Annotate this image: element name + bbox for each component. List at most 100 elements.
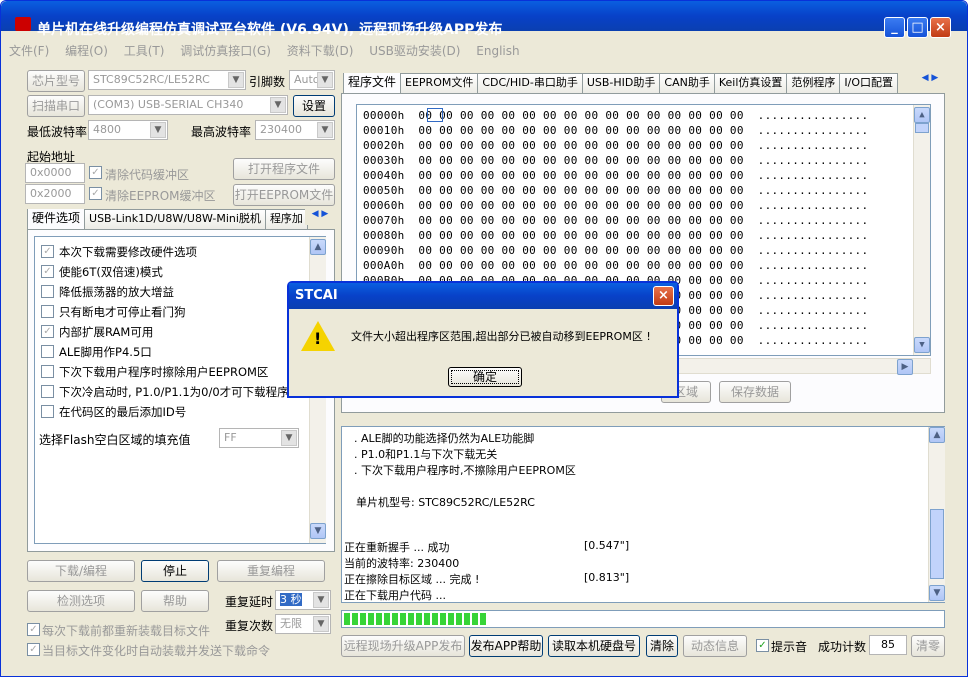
ok-button[interactable]: 确定 [448,367,522,387]
hex-bytes: 00 00 00 00 00 00 00 00 00 00 00 00 00 0… [418,199,744,212]
hex-scrollbar[interactable]: ▲ ▼ [913,105,930,355]
option-checkbox[interactable] [41,385,54,398]
chip-select[interactable]: STC89C52RC/LE52RC ▼ [88,70,246,90]
tab-io-config[interactable]: I/O口配置 [839,73,898,93]
open-program-file-button[interactable]: 打开程序文件 [233,158,335,180]
log-scrollbar[interactable]: ▲ ▼ [928,427,945,602]
menu-english[interactable]: English [472,41,523,61]
save-data-button[interactable]: 保存数据 [719,381,791,403]
read-disk-id-button[interactable]: 读取本机硬盘号 [548,635,640,657]
scroll-up-icon[interactable]: ▲ [929,427,945,443]
repeat-count-select[interactable]: 无限 ▼ [275,614,331,634]
tab-can[interactable]: CAN助手 [659,73,715,93]
success-count-label: 成功计数 [818,640,867,654]
log-view[interactable]: . ALE脚的功能选择仍然为ALE功能脚 . P1.0和P1.1与下次下载无关 . … [341,426,945,603]
repeat-delay-select[interactable]: 3 秒 ▼ [275,590,331,610]
scroll-down-icon[interactable]: ▼ [929,585,945,601]
status-line: 正在重新握手 ... 成功 [344,541,450,554]
scroll-down-icon[interactable]: ▼ [914,337,930,353]
tab-usb-hid[interactable]: USB-HID助手 [581,73,661,93]
hex-ascii: ................ [757,319,869,332]
scroll-down-icon[interactable]: ▼ [310,523,326,539]
hex-row: 00060h 00 00 00 00 00 00 00 00 00 00 00 … [363,199,868,214]
check-options-button[interactable]: 检测选项 [27,590,135,612]
chip-type-button[interactable]: 芯片型号 [27,70,85,92]
log-line: . P1.0和P1.1与下次下载无关 [354,448,498,461]
repeat-delay-value: 3 秒 [280,593,302,606]
dialog-close-button[interactable]: × [653,286,674,306]
eeprom-address-input[interactable]: 0x2000 [25,184,85,204]
option-checkbox[interactable]: ✓ [41,245,54,258]
scroll-thumb[interactable] [915,123,929,133]
status-line: 正在下载用户代码 ... [344,589,446,602]
chevron-down-icon: ▼ [313,592,329,608]
scroll-up-icon[interactable]: ▲ [914,107,930,123]
max-baud-label: 最高波特率 [191,125,252,139]
help-button[interactable]: 帮助 [141,590,209,612]
option-checkbox[interactable] [41,285,54,298]
menu-debug[interactable]: 调试仿真接口(G) [176,41,275,61]
settings-button[interactable]: 设置 [293,95,335,117]
hex-address: 00060h [363,199,405,212]
menu-usb-driver[interactable]: USB驱动安装(D) [365,41,464,61]
option-checkbox[interactable]: ✓ [41,265,54,278]
tab-program-encrypt[interactable]: 程序加 [264,209,308,229]
close-button[interactable]: × [930,17,951,38]
remote-upgrade-button[interactable]: 远程现场升级APP发布 [341,635,465,657]
download-program-button[interactable]: 下载/编程 [27,560,135,582]
eeprom-address-value: 2000 [43,187,72,200]
fill-value-select[interactable]: FF ▼ [219,428,299,448]
repeat-program-button[interactable]: 重复编程 [217,560,325,582]
menu-file[interactable]: 文件(F) [5,41,53,61]
min-baud-select[interactable]: 4800 ▼ [88,120,168,140]
clear-code-checkbox[interactable]: ✓ [89,166,102,179]
option-label: 内部扩展RAM可用 [59,325,154,339]
beep-checkbox[interactable]: ✓ [756,639,769,652]
hex-bytes: 00 00 00 00 00 00 00 00 00 00 00 00 00 0… [418,109,744,122]
menu-download[interactable]: 资料下载(D) [283,41,358,61]
tab-usb-link[interactable]: USB-Link1D/U8W/U8W-Mini脱机 [84,209,266,229]
port-select[interactable]: (COM3) USB-SERIAL CH340 ▼ [88,95,288,115]
menu-program[interactable]: 编程(O) [61,41,112,61]
option-checkbox[interactable] [41,405,54,418]
pin-select[interactable]: Auto ▼ [289,70,335,90]
option-checkbox[interactable]: ✓ [41,325,54,338]
hex-bytes: 00 00 00 00 00 00 00 00 00 00 00 00 00 0… [418,169,744,182]
download-progress [341,610,945,628]
menu-tools[interactable]: 工具(T) [120,41,169,61]
publish-app-help-button[interactable]: 发布APP帮助 [469,635,543,657]
repeat-count-label: 重复次数 [225,619,274,633]
reload-file-checkbox[interactable]: ✓ [27,623,40,636]
auto-load-checkbox[interactable]: ✓ [27,643,40,656]
main-tab-scroll-arrows[interactable]: ◀ ▶ [915,73,945,89]
scroll-right-icon[interactable]: ▶ [897,359,913,375]
open-eeprom-file-button[interactable]: 打开EEPROM文件 [233,184,335,206]
option-label: ALE脚用作P4.5口 [59,345,152,359]
hex-bytes: 00 00 00 00 00 00 00 00 00 00 00 00 00 0… [418,244,744,257]
clear-log-button[interactable]: 清除 [646,635,678,657]
dynamic-info-button[interactable]: 动态信息 [683,635,747,657]
scan-port-button[interactable]: 扫描串口 [27,95,85,117]
repeat-delay-label: 重复延时 [225,595,274,609]
option-checkbox[interactable] [41,365,54,378]
option-checkbox[interactable] [41,305,54,318]
minimize-button[interactable]: _ [884,17,905,38]
maximize-button[interactable]: □ [907,17,928,38]
tab-serial-assistant[interactable]: CDC/HID-串口助手 [477,73,583,93]
reset-count-button[interactable]: 清零 [911,635,945,657]
tab-scroll-arrows[interactable]: ◀ ▶ [305,209,335,225]
tab-hardware-options[interactable]: 硬件选项 [27,209,86,229]
stop-button[interactable]: 停止 [141,560,209,582]
tab-program-file[interactable]: 程序文件 [343,73,402,93]
min-baud-value: 4800 [93,123,121,136]
scroll-up-icon[interactable]: ▲ [310,239,326,255]
tab-keil-sim[interactable]: Keil仿真设置 [713,73,788,93]
scroll-thumb[interactable] [930,509,944,579]
code-address-input[interactable]: 0x0000 [25,163,85,183]
tab-examples[interactable]: 范例程序 [786,73,841,93]
tab-eeprom-file[interactable]: EEPROM文件 [400,73,479,93]
hex-bytes: 00 00 00 00 00 00 00 00 00 00 00 00 00 0… [418,124,744,137]
max-baud-select[interactable]: 230400 ▼ [255,120,335,140]
clear-eeprom-checkbox[interactable]: ✓ [89,187,102,200]
option-checkbox[interactable] [41,345,54,358]
